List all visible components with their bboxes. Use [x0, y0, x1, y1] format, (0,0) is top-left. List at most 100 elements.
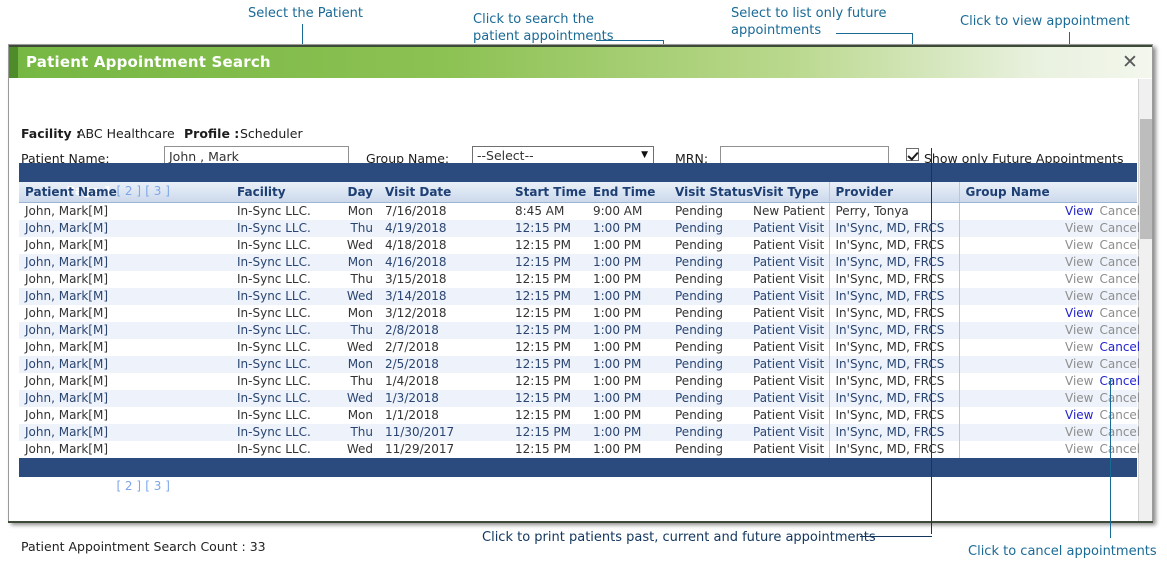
annotation-future-line2: appointments: [731, 23, 822, 38]
col-visit-date[interactable]: Visit Date: [379, 182, 509, 203]
table-body: John, Mark[M] In-Sync LLC. Mon 7/16/2018 8:4…: [19, 202, 1140, 458]
cancel-link[interactable]: Cancel: [1099, 357, 1140, 371]
view-link[interactable]: View: [1065, 306, 1093, 320]
table-row[interactable]: John, Mark[M] In-Sync LLC. Mon 2/5/2018 12:1…: [19, 355, 1140, 373]
cell-end-time: 9:00 AM: [587, 202, 669, 220]
cell-day: Thu: [341, 423, 379, 441]
col-group-name[interactable]: Group Name: [958, 182, 1059, 203]
table-row[interactable]: John, Mark[M] In-Sync LLC. Wed 1/3/2018 12:1…: [19, 389, 1140, 407]
cancel-link[interactable]: Cancel: [1099, 374, 1140, 388]
cell-actions: View Cancel: [1059, 389, 1140, 407]
cell-actions: View Cancel: [1059, 372, 1140, 390]
cell-group-name: [958, 406, 1059, 424]
col-day[interactable]: Day: [341, 182, 379, 203]
cancel-link[interactable]: Cancel: [1099, 272, 1140, 286]
col-end-time[interactable]: End Time: [587, 182, 669, 203]
cell-facility: In-Sync LLC.: [231, 219, 341, 237]
cell-day: Thu: [341, 372, 379, 390]
cell-visit-status: Pending: [669, 219, 747, 237]
page-link-2-top[interactable]: [ 2 ]: [116, 184, 141, 198]
table-row[interactable]: John, Mark[M] In-Sync LLC. Mon 3/12/2018 12:…: [19, 304, 1140, 322]
table-row[interactable]: John, Mark[M] In-Sync LLC. Wed 4/18/2018 12:…: [19, 236, 1140, 254]
view-link[interactable]: View: [1065, 289, 1093, 303]
cell-end-time: 1:00 PM: [587, 270, 669, 288]
cell-provider: In'Sync, MD, FRCS: [828, 219, 959, 237]
leader-future-h: [836, 33, 913, 34]
view-link[interactable]: View: [1065, 391, 1093, 405]
table-row[interactable]: John, Mark[M] In-Sync LLC. Thu 1/4/2018 12:1…: [19, 372, 1140, 390]
annotation-select-patient: Select the Patient: [248, 6, 363, 21]
table-row[interactable]: John, Mark[M] In-Sync LLC. Thu 3/15/2018 12:…: [19, 270, 1140, 288]
cancel-link[interactable]: Cancel: [1099, 391, 1140, 405]
view-link[interactable]: View: [1065, 357, 1093, 371]
cancel-link[interactable]: Cancel: [1099, 425, 1140, 439]
col-start-time[interactable]: Start Time: [509, 182, 587, 203]
view-link[interactable]: View: [1065, 204, 1093, 218]
cell-facility: In-Sync LLC.: [231, 389, 341, 407]
cell-patient-name: John, Mark[M]: [19, 440, 231, 458]
cancel-link[interactable]: Cancel: [1099, 204, 1140, 218]
page-link-2-bottom[interactable]: [ 2 ]: [116, 479, 141, 493]
cell-actions: View Cancel: [1059, 270, 1140, 288]
cancel-link[interactable]: Cancel: [1099, 340, 1140, 354]
cancel-link[interactable]: Cancel: [1099, 255, 1140, 269]
cancel-link[interactable]: Cancel: [1099, 221, 1140, 235]
cancel-link[interactable]: Cancel: [1099, 442, 1140, 456]
table-row[interactable]: John, Mark[M] In-Sync LLC. Thu 11/30/2017 12…: [19, 423, 1140, 441]
table-row[interactable]: John, Mark[M] In-Sync LLC. Thu 4/19/2018 12:…: [19, 219, 1140, 237]
cell-visit-type: Patient Visit: [747, 304, 829, 322]
view-link[interactable]: View: [1065, 238, 1093, 252]
table-row[interactable]: John, Mark[M] In-Sync LLC. Mon 4/16/2018 12:…: [19, 253, 1140, 271]
close-icon[interactable]: ✕: [1119, 50, 1141, 74]
cell-start-time: 12:15 PM: [509, 338, 587, 356]
page-link-3-top[interactable]: [ 3 ]: [145, 184, 170, 198]
table-row[interactable]: John, Mark[M] In-Sync LLC. Wed 2/7/2018 12:1…: [19, 338, 1140, 356]
cell-group-name: [958, 219, 1059, 237]
view-link[interactable]: View: [1065, 442, 1093, 456]
chevron-down-icon: ▼: [641, 150, 648, 160]
cell-day: Mon: [341, 304, 379, 322]
cell-visit-date: 2/7/2018: [379, 338, 509, 356]
cell-end-time: 1:00 PM: [587, 304, 669, 322]
view-link[interactable]: View: [1065, 221, 1093, 235]
col-provider[interactable]: Provider: [828, 182, 959, 203]
col-visit-status[interactable]: Visit Status: [669, 182, 753, 203]
cell-visit-date: 7/16/2018: [379, 202, 509, 220]
table-row[interactable]: John, Mark[M] In-Sync LLC. Wed 3/14/2018 12:…: [19, 287, 1140, 305]
cell-visit-date: 4/19/2018: [379, 219, 509, 237]
cell-group-name: [958, 440, 1059, 458]
cell-actions: View Cancel: [1059, 253, 1140, 271]
cell-actions: View Cancel: [1059, 236, 1140, 254]
view-link[interactable]: View: [1065, 323, 1093, 337]
col-facility[interactable]: Facility: [231, 182, 341, 203]
view-link[interactable]: View: [1065, 255, 1093, 269]
future-appointments-checkbox[interactable]: [906, 148, 919, 161]
table-row[interactable]: John, Mark[M] In-Sync LLC. Mon 1/1/2018 12:1…: [19, 406, 1140, 424]
view-link[interactable]: View: [1065, 272, 1093, 286]
cancel-link[interactable]: Cancel: [1099, 306, 1140, 320]
table-row[interactable]: John, Mark[M] In-Sync LLC. Wed 11/29/2017 12…: [19, 440, 1140, 458]
page-link-3-bottom[interactable]: [ 3 ]: [145, 479, 170, 493]
view-link[interactable]: View: [1065, 374, 1093, 388]
cell-start-time: 12:15 PM: [509, 304, 587, 322]
view-link[interactable]: View: [1065, 340, 1093, 354]
col-visit-type[interactable]: Visit Type: [747, 182, 829, 203]
cell-facility: In-Sync LLC.: [231, 406, 341, 424]
cancel-link[interactable]: Cancel: [1099, 238, 1140, 252]
cell-actions: View Cancel: [1059, 321, 1140, 339]
cell-end-time: 1:00 PM: [587, 406, 669, 424]
cancel-link[interactable]: Cancel: [1099, 323, 1140, 337]
view-link[interactable]: View: [1065, 408, 1093, 422]
cancel-link[interactable]: Cancel: [1099, 289, 1140, 303]
cell-facility: In-Sync LLC.: [231, 253, 341, 271]
cancel-link[interactable]: Cancel: [1099, 408, 1140, 422]
cell-actions: View Cancel: [1059, 355, 1140, 373]
annotation-search-line1: Click to search the: [473, 12, 594, 27]
view-link[interactable]: View: [1065, 425, 1093, 439]
table-row[interactable]: John, Mark[M] In-Sync LLC. Mon 7/16/2018 8:4…: [19, 202, 1140, 220]
cell-visit-date: 1/1/2018: [379, 406, 509, 424]
cell-actions: View Cancel: [1059, 423, 1140, 441]
table-row[interactable]: John, Mark[M] In-Sync LLC. Thu 2/8/2018 12:1…: [19, 321, 1140, 339]
appointments-table: Patient Name Facility Day Visit Date Sta…: [19, 182, 1140, 458]
cell-actions: View Cancel: [1059, 202, 1140, 220]
